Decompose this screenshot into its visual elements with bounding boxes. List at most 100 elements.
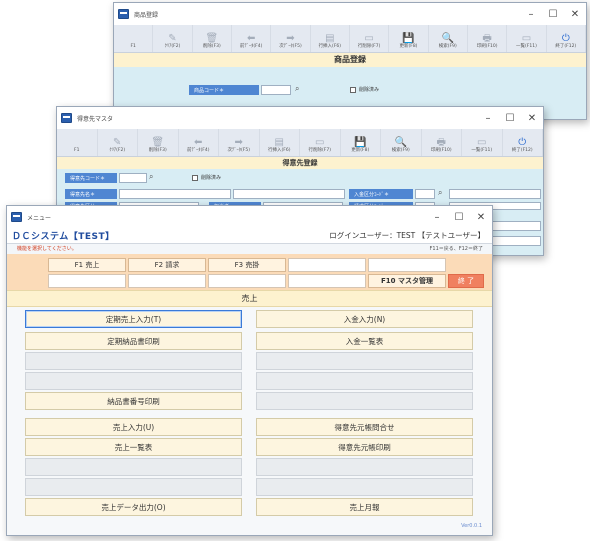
fkey-empty[interactable] bbox=[48, 274, 126, 288]
close-icon[interactable]: ✕ bbox=[470, 206, 492, 228]
toolbar-button-11[interactable]: ▭ 一覧(F11) bbox=[462, 129, 503, 156]
exit-icon: ⏻ bbox=[561, 33, 570, 44]
menu-button-empty[interactable] bbox=[25, 478, 242, 496]
toolbar-button-3[interactable]: 🗑 削除(F3) bbox=[193, 25, 232, 52]
deleted-checkbox-label: 削除済み bbox=[359, 87, 380, 93]
fkey-empty[interactable] bbox=[288, 274, 366, 288]
menu-button-empty[interactable] bbox=[256, 392, 473, 410]
payment-category-input[interactable] bbox=[415, 189, 435, 199]
payment-category-name bbox=[449, 189, 541, 199]
menu-button[interactable]: 得意先元帳問合せ bbox=[256, 418, 473, 436]
menu-button[interactable]: 定期売上入力(T) bbox=[25, 310, 242, 328]
trash-icon: 🗑 bbox=[205, 33, 219, 44]
fkey-f3-receivable[interactable]: F3 売掛 bbox=[208, 258, 286, 272]
fkey-f10-master[interactable]: F10 マスタ管理 bbox=[368, 274, 446, 288]
toolbar-button-12[interactable]: ⏻ 終了(F12) bbox=[503, 129, 543, 156]
function-toolbar: F1 ✎ ｸﾘｱ(F2) 🗑 削除(F3) ⬅ 前ﾃﾞｰﾀ(F4) ➡ 次ﾃﾞｰﾀ(F5) ▤ 行挿… bbox=[114, 25, 586, 53]
print-icon: 🖶 bbox=[436, 137, 446, 148]
toolbar-button-label: 印刷(F10) bbox=[430, 148, 452, 153]
menu-button-empty[interactable] bbox=[256, 352, 473, 370]
customer-name-kana-input[interactable] bbox=[233, 189, 345, 199]
menu-button-empty[interactable] bbox=[25, 458, 242, 476]
product-registration-window: 商品登録 – ☐ ✕ F1 ✎ ｸﾘｱ(F2) 🗑 削除(F3) ⬅ 前ﾃﾞｰﾀ(F4) ➡ 次… bbox=[113, 2, 587, 120]
title-bar[interactable]: 得意先マスタ – ☐ ✕ bbox=[57, 107, 543, 129]
exit-button[interactable]: 終 了 bbox=[448, 274, 484, 288]
row-delete-icon: ▭ bbox=[315, 137, 325, 148]
toolbar-button-4[interactable]: ⬅ 前ﾃﾞｰﾀ(F4) bbox=[179, 129, 219, 156]
customer-code-input[interactable] bbox=[119, 173, 147, 183]
toolbar-button-7[interactable]: ▭ 行削除(F7) bbox=[350, 25, 390, 52]
window-title: 商品登録 bbox=[134, 11, 159, 19]
maximize-icon[interactable]: ☐ bbox=[448, 206, 470, 228]
toolbar-button-7[interactable]: ▭ 行削除(F7) bbox=[300, 129, 341, 156]
toolbar-button-8[interactable]: 💾 更新(F8) bbox=[341, 129, 381, 156]
search-icon[interactable]: ⌕ bbox=[295, 84, 299, 94]
minimize-icon[interactable]: – bbox=[477, 107, 499, 129]
menu-button[interactable]: 売上月報 bbox=[256, 498, 473, 516]
menu-button-empty[interactable] bbox=[256, 478, 473, 496]
menu-button[interactable]: 納品書番号印刷 bbox=[25, 392, 242, 410]
search-icon[interactable]: ⌕ bbox=[149, 172, 153, 182]
fkey-empty[interactable] bbox=[208, 274, 286, 288]
toolbar-button-5[interactable]: ➡ 次ﾃﾞｰﾀ(F5) bbox=[219, 129, 260, 156]
product-code-input[interactable] bbox=[261, 85, 291, 95]
toolbar-button-4[interactable]: ⬅ 前ﾃﾞｰﾀ(F4) bbox=[232, 25, 272, 52]
fkey-empty[interactable] bbox=[128, 274, 206, 288]
toolbar-button-1[interactable]: F1 bbox=[57, 129, 98, 156]
toolbar-button-8[interactable]: 💾 更新(F8) bbox=[389, 25, 429, 52]
maximize-icon[interactable]: ☐ bbox=[542, 3, 564, 25]
toolbar-button-9[interactable]: 🔍 検索(F9) bbox=[381, 129, 422, 156]
toolbar-button-6[interactable]: ▤ 行挿入(F6) bbox=[311, 25, 350, 52]
title-bar[interactable]: メニュー – ☐ ✕ bbox=[7, 206, 492, 228]
fkey-empty[interactable] bbox=[368, 258, 446, 272]
menu-button[interactable]: 定期納品書印刷 bbox=[25, 332, 242, 350]
maximize-icon[interactable]: ☐ bbox=[499, 107, 521, 129]
app-icon bbox=[61, 113, 72, 123]
fkey-f2-billing[interactable]: F2 請求 bbox=[128, 258, 206, 272]
toolbar-button-10[interactable]: 🖶 印刷(F10) bbox=[422, 129, 462, 156]
toolbar-button-2[interactable]: ✎ ｸﾘｱ(F2) bbox=[98, 129, 138, 156]
fkey-f1-sales[interactable]: F1 売上 bbox=[48, 258, 126, 272]
blank-icon bbox=[132, 33, 135, 44]
minimize-icon[interactable]: – bbox=[426, 206, 448, 228]
menu-button[interactable]: 売上データ出力(O) bbox=[25, 498, 242, 516]
toolbar-button-5[interactable]: ➡ 次ﾃﾞｰﾀ(F5) bbox=[271, 25, 311, 52]
title-bar[interactable]: 商品登録 – ☐ ✕ bbox=[114, 3, 586, 25]
fkey-empty[interactable] bbox=[288, 258, 366, 272]
menu-button-empty[interactable] bbox=[256, 458, 473, 476]
menu-button[interactable]: 入金一覧表 bbox=[256, 332, 473, 350]
status-message: 機能を選択してください。 bbox=[17, 246, 77, 252]
toolbar-button-3[interactable]: 🗑 削除(F3) bbox=[138, 129, 179, 156]
toolbar-button-6[interactable]: ▤ 行挿入(F6) bbox=[260, 129, 300, 156]
menu-button-empty[interactable] bbox=[25, 352, 242, 370]
clear-icon: ✎ bbox=[168, 33, 177, 44]
search-icon[interactable]: ⌕ bbox=[438, 188, 442, 198]
deleted-checkbox[interactable]: 削除済み bbox=[192, 174, 221, 181]
menu-button[interactable]: 得意先元帳印刷 bbox=[256, 438, 473, 456]
minimize-icon[interactable]: – bbox=[520, 3, 542, 25]
toolbar-button-1[interactable]: F1 bbox=[114, 25, 154, 52]
toolbar-button-11[interactable]: ▭ 一覧(F11) bbox=[507, 25, 547, 52]
menu-button[interactable]: 売上入力(U) bbox=[25, 418, 242, 436]
toolbar-button-label: F1 bbox=[74, 148, 80, 153]
toolbar-button-2[interactable]: ✎ ｸﾘｱ(F2) bbox=[153, 25, 193, 52]
menu-button[interactable]: 売上一覧表 bbox=[25, 438, 242, 456]
menu-button[interactable]: 入金入力(N) bbox=[256, 310, 473, 328]
toolbar-button-10[interactable]: 🖶 印刷(F10) bbox=[468, 25, 508, 52]
toolbar-button-9[interactable]: 🔍 検索(F9) bbox=[429, 25, 468, 52]
function-key-panel: F1 売上 F2 請求 F3 売掛 F10 マスタ管理 終 了 bbox=[7, 254, 492, 290]
close-icon[interactable]: ✕ bbox=[564, 3, 586, 25]
function-toolbar: F1 ✎ ｸﾘｱ(F2) 🗑 削除(F3) ⬅ 前ﾃﾞｰﾀ(F4) ➡ 次ﾃﾞｰﾀ(F5) ▤ 行挿… bbox=[57, 129, 543, 157]
menu-button-empty[interactable] bbox=[256, 372, 473, 390]
close-icon[interactable]: ✕ bbox=[521, 107, 543, 129]
search-icon: 🔍 bbox=[441, 33, 455, 44]
toolbar-button-label: 行削除(F7) bbox=[308, 148, 331, 153]
menu-button-empty[interactable] bbox=[25, 372, 242, 390]
row-insert-icon: ▤ bbox=[274, 137, 284, 148]
toolbar-button-label: 更新(F8) bbox=[399, 44, 418, 49]
customer-name-label: 得意先名＊ bbox=[65, 189, 117, 199]
toolbar-button-12[interactable]: ⏻ 終了(F12) bbox=[547, 25, 586, 52]
deleted-checkbox[interactable]: 削除済み bbox=[350, 86, 379, 93]
print-icon: 🖶 bbox=[482, 33, 492, 44]
customer-name-input[interactable] bbox=[119, 189, 231, 199]
